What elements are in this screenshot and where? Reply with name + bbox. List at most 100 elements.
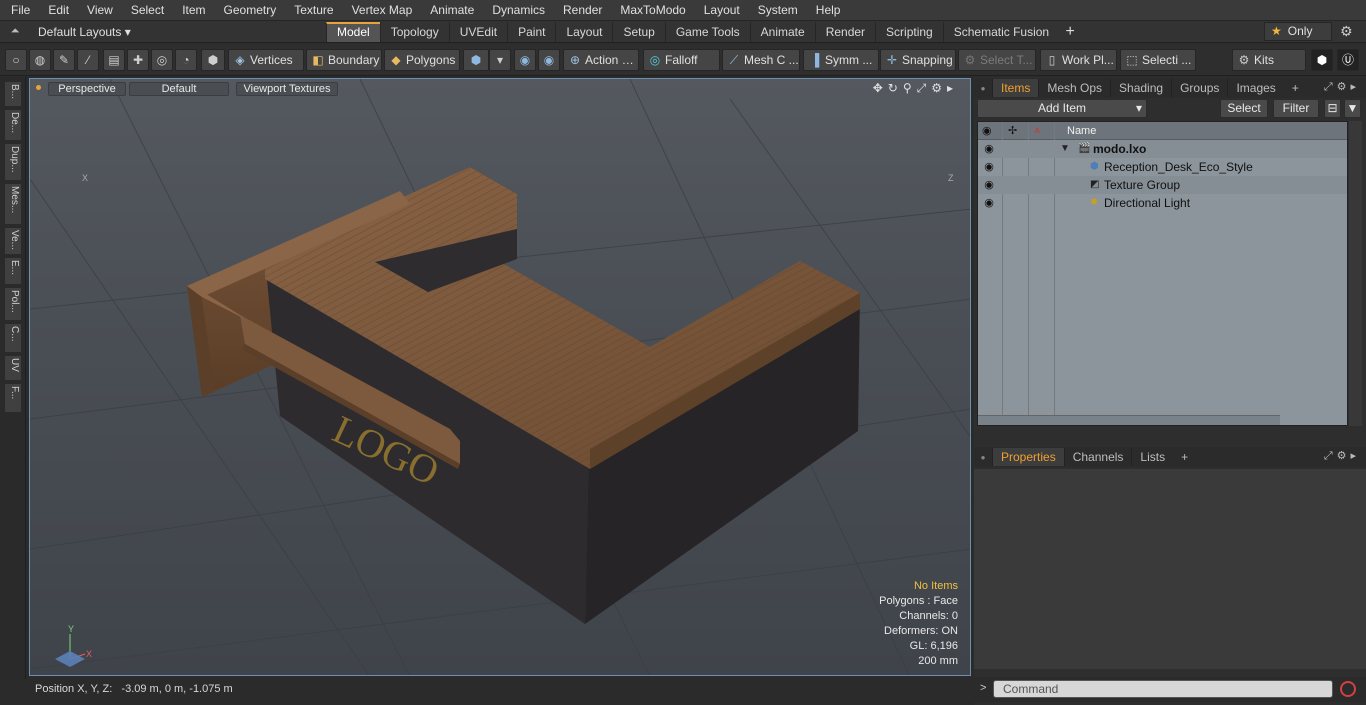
tab-topology[interactable]: Topology [379, 21, 449, 42]
tab-scripting[interactable]: Scripting [875, 21, 943, 42]
select-through-button[interactable]: ⚙ Select T... [958, 49, 1036, 71]
menu-item[interactable]: Item [171, 0, 212, 21]
symmetry-sphere-icon[interactable]: ◉ [514, 49, 536, 71]
align-icon[interactable]: ▤ [103, 49, 125, 71]
item-list[interactable]: ◉ ✢ ⩚ Name ◉ ▼ 🎬 modo.lxo ◉ ⬢ Reception_… [977, 121, 1348, 426]
tab-lists[interactable]: Lists [1131, 448, 1173, 466]
action-center-button[interactable]: ⊕ Action … [563, 49, 639, 71]
command-input[interactable]: Command [993, 680, 1333, 698]
work-plane-button[interactable]: ▯ Work Pl... [1040, 49, 1117, 71]
globe-icon[interactable]: ◍ [29, 49, 51, 71]
dial-icon[interactable]: ◔ [175, 49, 197, 71]
tab-shading[interactable]: Shading [1110, 79, 1171, 97]
kits-button[interactable]: ⚙ Kits [1232, 49, 1306, 71]
left-tool-tab[interactable]: B... [4, 81, 22, 107]
material-mode-icon[interactable]: ⬢ [463, 49, 489, 71]
tab-groups[interactable]: Groups [1171, 79, 1227, 97]
list-item-texture-group[interactable]: ◉ ◩ Texture Group [978, 176, 1347, 194]
filter-button[interactable]: Filter [1273, 99, 1319, 118]
menu-select[interactable]: Select [120, 0, 171, 21]
visibility-column-icon[interactable]: ◉ [982, 124, 992, 137]
tab-properties[interactable]: Properties [992, 448, 1064, 466]
left-tool-tab[interactable]: Mes... [4, 183, 22, 225]
tab-channels[interactable]: Channels [1063, 448, 1132, 466]
eye-icon[interactable]: ◉ [982, 140, 996, 158]
add-panel-tab-icon[interactable]: + [1173, 448, 1196, 466]
left-tool-tab[interactable]: Ve... [4, 227, 22, 255]
menu-geometry[interactable]: Geometry [213, 0, 284, 21]
falloff-button[interactable]: ◎ Falloff [643, 49, 720, 71]
collapse-icon[interactable]: ⊟ [1324, 99, 1341, 118]
3d-viewport[interactable]: LOGO Y X X Z Perspective Default Viewpor… [29, 78, 971, 676]
polygons-button[interactable]: ◆ Polygons [384, 49, 460, 71]
menu-layout[interactable]: Layout [693, 0, 747, 21]
menu-render[interactable]: Render [552, 0, 609, 21]
panel-options-icon[interactable]: ● [974, 453, 992, 462]
add-tab-icon[interactable]: + [1059, 22, 1081, 42]
tab-items[interactable]: Items [992, 79, 1039, 97]
pen-icon[interactable]: ✎ [53, 49, 75, 71]
menu-edit[interactable]: Edit [37, 0, 76, 21]
tab-uvedit[interactable]: UVEdit [448, 21, 507, 42]
vertical-scrollbar[interactable] [1349, 121, 1362, 426]
menu-maxtomodo[interactable]: MaxToModo [609, 0, 692, 21]
menu-system[interactable]: System [747, 0, 805, 21]
name-column-header[interactable]: Name [1067, 125, 1096, 137]
eye-icon[interactable]: ◉ [982, 194, 996, 212]
selection-sets-button[interactable]: ⬚ Selecti ... [1120, 49, 1196, 71]
left-tool-tab[interactable]: Pol... [4, 287, 22, 321]
select-button[interactable]: Select [1220, 99, 1268, 118]
tab-images[interactable]: Images [1227, 79, 1283, 97]
symmetry-button[interactable]: ▐ Symm ... [803, 49, 879, 71]
only-toggle[interactable]: ★ Only [1264, 22, 1332, 41]
panel-options-icon[interactable]: ● [974, 84, 992, 93]
panel-window-icons[interactable]: ⤢⚙▸ [1324, 80, 1360, 94]
gear-icon[interactable]: ⚙ [1340, 23, 1353, 40]
menu-view[interactable]: View [76, 0, 120, 21]
menu-dynamics[interactable]: Dynamics [481, 0, 552, 21]
tab-paint[interactable]: Paint [507, 21, 555, 42]
brush-icon[interactable]: ⁄ [77, 49, 99, 71]
add-panel-tab-icon[interactable]: + [1284, 79, 1307, 97]
tab-setup[interactable]: Setup [612, 21, 664, 42]
eye-icon[interactable]: ◉ [982, 158, 996, 176]
expand-icon[interactable]: ▼ [1060, 140, 1070, 158]
left-tool-tab[interactable]: De... [4, 109, 22, 141]
left-tool-tab[interactable]: UV [4, 355, 22, 381]
layout-home-icon[interactable]: ⏶ [0, 25, 30, 38]
soft-select-icon[interactable]: ◉ [538, 49, 560, 71]
tab-model[interactable]: Model [326, 21, 380, 42]
vertices-button[interactable]: ◈ Vertices [228, 49, 304, 71]
tab-mesh-ops[interactable]: Mesh Ops [1038, 79, 1110, 97]
mode-dropdown-icon[interactable]: ▾ [489, 49, 511, 71]
viewport-textures-button[interactable]: Viewport Textures [236, 82, 338, 96]
circle-select-icon[interactable]: ○ [5, 49, 27, 71]
menu-texture[interactable]: Texture [283, 0, 340, 21]
boundary-button[interactable]: ◧ Boundary [306, 49, 382, 71]
tab-game-tools[interactable]: Game Tools [664, 21, 750, 42]
left-tool-tab[interactable]: Dup... [4, 143, 22, 181]
tab-layout[interactable]: Layout [555, 21, 612, 42]
list-item-mesh[interactable]: ◉ ⬢ Reception_Desk_Eco_Style [978, 158, 1347, 176]
list-item-scene[interactable]: ◉ ▼ 🎬 modo.lxo [978, 140, 1347, 158]
funnel-icon[interactable]: ▼ [1344, 99, 1361, 118]
cube-icon[interactable]: ⬢ [1311, 49, 1333, 71]
lock-column-icon[interactable]: ✢ [1008, 124, 1017, 137]
default-layouts-dropdown[interactable]: Default Layouts ▾ [30, 25, 131, 39]
tab-schematic-fusion[interactable]: Schematic Fusion [942, 21, 1059, 42]
eye-icon[interactable]: ◉ [982, 176, 996, 194]
menu-help[interactable]: Help [805, 0, 848, 21]
menu-vertex-map[interactable]: Vertex Map [341, 0, 420, 21]
menu-file[interactable]: File [0, 0, 37, 21]
tab-render[interactable]: Render [814, 21, 875, 42]
snapping-button[interactable]: ✛ Snapping [880, 49, 956, 71]
unreal-icon[interactable]: Ⓤ [1337, 49, 1359, 71]
left-tool-tab[interactable]: E... [4, 257, 22, 285]
shading-mode-button[interactable]: Default [129, 82, 229, 96]
item-mode-icon[interactable]: ⬢ [201, 49, 225, 71]
center-icon[interactable]: ✚ [127, 49, 149, 71]
list-item-light[interactable]: ◉ ✹ Directional Light [978, 194, 1347, 212]
panel-window-icons[interactable]: ⤢⚙▸ [1324, 449, 1360, 463]
snap-box-icon[interactable]: ◎ [151, 49, 173, 71]
add-item-button[interactable]: Add Item ▾ [977, 99, 1147, 118]
